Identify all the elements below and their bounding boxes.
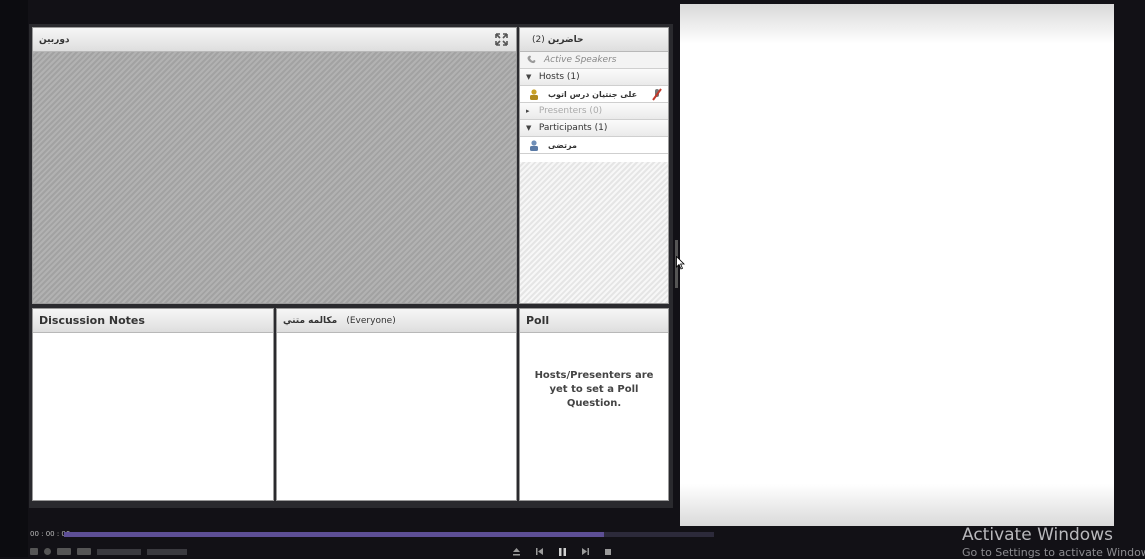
presenters-group-label: Presenters (0) — [538, 106, 603, 116]
activate-windows-title: Activate Windows — [962, 525, 1113, 545]
participant-item[interactable]: مرتضى — [520, 137, 668, 154]
active-speakers-row[interactable]: Active Speakers — [520, 52, 668, 69]
expand-triangle-icon: ▼ — [526, 73, 532, 81]
chat-message-area[interactable] — [277, 333, 516, 500]
poll-pod: Poll Hosts/Presenters are yet to set a P… — [519, 308, 669, 501]
chat-pod-header: مكالمه متني (Everyone) — [277, 309, 516, 333]
playback-center-controls — [512, 546, 612, 557]
host-item[interactable]: على جنتيان درس اتوب — [520, 86, 668, 103]
participants-group[interactable]: ▼ Participants (1) — [520, 120, 668, 137]
participants-group-label: Participants (1) — [538, 123, 608, 133]
chat-scope: (Everyone) — [346, 316, 396, 326]
notes-pod-header: Discussion Notes — [33, 309, 273, 333]
video-pod-header: دوربين — [33, 28, 516, 52]
attendees-pod-header: حاضرين (2) — [520, 28, 668, 52]
attendees-list-empty-area — [520, 162, 668, 303]
eject-icon[interactable] — [512, 547, 521, 556]
playback-progress-track[interactable] — [64, 532, 714, 537]
playback-progress-fill — [64, 532, 604, 537]
video-area — [33, 52, 516, 303]
previous-icon[interactable] — [535, 547, 544, 556]
vr-icon[interactable] — [77, 548, 91, 555]
activate-windows-subtitle: Go to Settings to activate Windows. — [962, 546, 1145, 559]
expand-triangle-icon: ▼ — [526, 124, 532, 132]
attendees-pod-title: حاضرين — [547, 35, 584, 45]
captions-icon[interactable] — [57, 548, 71, 555]
settings-icon[interactable] — [44, 548, 51, 555]
left-strip — [0, 0, 28, 557]
collapsed-triangle-icon: ▸ — [526, 107, 530, 115]
fullscreen-icon[interactable] — [495, 33, 508, 46]
chat-pod: مكالمه متني (Everyone) — [276, 308, 517, 501]
playback-tag-2[interactable] — [147, 548, 187, 555]
playback-tag-1[interactable] — [97, 548, 141, 555]
video-pod-title: دوربين — [39, 35, 70, 45]
poll-pod-header: Poll — [520, 309, 668, 333]
pause-icon[interactable] — [558, 547, 567, 557]
stop-icon[interactable] — [604, 548, 612, 556]
microphone-muted-icon[interactable] — [652, 88, 662, 101]
notes-pod-title: Discussion Notes — [39, 314, 145, 327]
share-area — [680, 4, 1114, 526]
next-icon[interactable] — [581, 547, 590, 556]
attendees-pod: حاضرين (2) Active Speakers ▼ Hosts (1) ع… — [519, 27, 669, 304]
video-pod: دوربين — [32, 27, 517, 304]
active-speakers-label: Active Speakers — [544, 55, 617, 65]
mouse-cursor-icon — [676, 256, 685, 270]
participant-name: مرتضى — [548, 141, 577, 150]
hosts-group[interactable]: ▼ Hosts (1) — [520, 69, 668, 86]
meeting-room: دوربين حاضرين (2) Active Speakers ▼ Host… — [29, 24, 673, 508]
chat-pod-title: مكالمه متني — [283, 316, 338, 326]
poll-message: Hosts/Presenters are yet to set a Poll Q… — [534, 370, 654, 409]
playback-left-controls — [30, 546, 187, 557]
participant-user-icon — [530, 140, 538, 151]
phone-icon — [527, 55, 536, 64]
attendees-count: (2) — [532, 35, 545, 45]
notes-pod: Discussion Notes — [32, 308, 274, 501]
host-name: على جنتيان درس اتوب — [548, 90, 638, 99]
host-user-icon — [530, 89, 538, 100]
poll-pod-title: Poll — [526, 314, 550, 327]
menu-icon[interactable] — [30, 548, 38, 555]
notes-content-area[interactable] — [33, 333, 273, 500]
presenters-group[interactable]: ▸ Presenters (0) — [520, 103, 668, 120]
hosts-group-label: Hosts (1) — [538, 72, 580, 82]
